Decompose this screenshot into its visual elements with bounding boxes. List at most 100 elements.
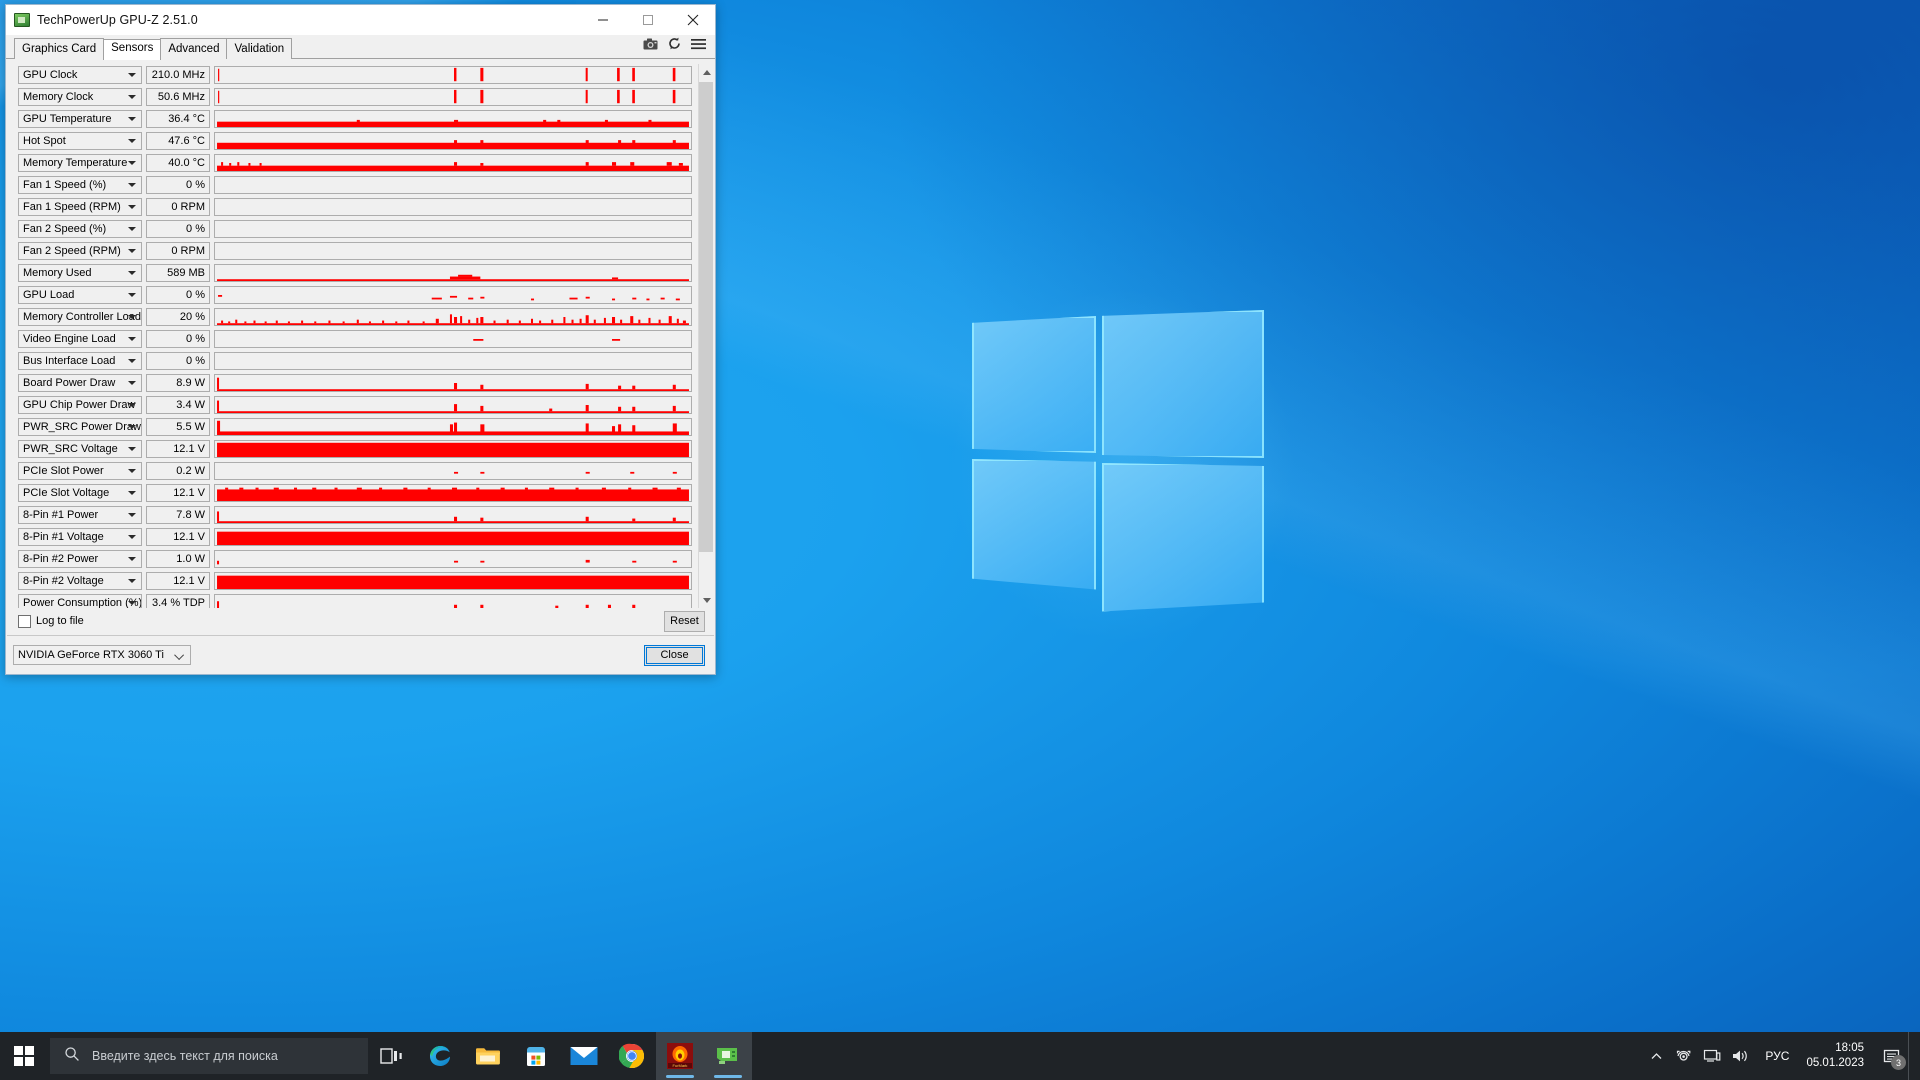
language-indicator[interactable]: РУС	[1754, 1032, 1800, 1080]
sensor-graph[interactable]	[214, 374, 692, 392]
hamburger-menu-icon[interactable]	[691, 37, 706, 55]
reset-button[interactable]: Reset	[664, 610, 705, 632]
sensor-graph[interactable]	[214, 198, 692, 216]
tab-validation[interactable]: Validation	[226, 38, 293, 59]
sensor-select[interactable]: 8-Pin #1 Power	[18, 506, 142, 524]
tab-sensors[interactable]: Sensors	[103, 39, 162, 60]
sensor-graph[interactable]	[214, 88, 692, 106]
table-row: Power Consumption (%) 3.4 % TDP	[18, 592, 698, 608]
sensor-select[interactable]: GPU Temperature	[18, 110, 142, 128]
sensor-select[interactable]: Memory Controller Load	[18, 308, 142, 326]
sensor-select[interactable]: GPU Chip Power Draw	[18, 396, 142, 414]
log-to-file-checkbox[interactable]	[18, 614, 31, 628]
sensor-graph[interactable]	[214, 440, 692, 458]
sensor-graph[interactable]	[214, 264, 692, 282]
file-explorer-icon[interactable]	[464, 1032, 512, 1080]
system-tray: РУС 18:05 05.01.2023 3	[1642, 1032, 1920, 1080]
sensor-select[interactable]: Hot Spot	[18, 132, 142, 150]
chevron-down-icon	[128, 73, 136, 77]
microsoft-store-icon[interactable]	[512, 1032, 560, 1080]
sensor-graph[interactable]	[214, 352, 692, 370]
wallpaper-shadow	[768, 0, 1920, 756]
sensor-select[interactable]: GPU Load	[18, 286, 142, 304]
sensor-select[interactable]: 8-Pin #2 Power	[18, 550, 142, 568]
sensor-select[interactable]: Memory Temperature	[18, 154, 142, 172]
clock[interactable]: 18:05 05.01.2023	[1800, 1032, 1876, 1080]
sensor-name: Memory Used	[23, 267, 92, 279]
sensor-graph[interactable]	[214, 462, 692, 480]
sensor-graph[interactable]	[214, 506, 692, 524]
sensor-graph[interactable]	[214, 330, 692, 348]
sensor-rows: GPU Clock 210.0 MHz Memory Clock 50.6 MH…	[6, 64, 698, 608]
sensor-graph[interactable]	[214, 594, 692, 608]
sensor-graph[interactable]	[214, 550, 692, 568]
sensor-graph[interactable]	[214, 176, 692, 194]
gpu-selector-value: NVIDIA GeForce RTX 3060 Ti	[18, 649, 164, 661]
sensor-value: 12.1 V	[146, 528, 210, 546]
sensor-select[interactable]: Fan 2 Speed (%)	[18, 220, 142, 238]
sensor-select[interactable]: Memory Used	[18, 264, 142, 282]
nvidia-tray-icon[interactable]	[1670, 1032, 1698, 1080]
sensor-select[interactable]: Fan 1 Speed (RPM)	[18, 198, 142, 216]
microsoft-edge-icon[interactable]	[416, 1032, 464, 1080]
sensor-graph[interactable]	[214, 242, 692, 260]
gpu-z-icon[interactable]	[704, 1032, 752, 1080]
sensor-select[interactable]: Fan 2 Speed (RPM)	[18, 242, 142, 260]
chevron-down-icon	[128, 139, 136, 143]
sensor-value: 0 %	[146, 220, 210, 238]
sensor-graph[interactable]	[214, 528, 692, 546]
close-icon[interactable]	[670, 5, 715, 35]
tab-graphics-card[interactable]: Graphics Card	[14, 38, 105, 59]
sensor-select[interactable]: Memory Clock	[18, 88, 142, 106]
maximize-icon[interactable]	[625, 5, 670, 35]
sensor-value: 589 MB	[146, 264, 210, 282]
tab-advanced[interactable]: Advanced	[160, 38, 228, 59]
windows-start-icon[interactable]	[0, 1032, 48, 1080]
minimize-icon[interactable]	[580, 5, 625, 35]
sensor-graph[interactable]	[214, 154, 692, 172]
sensor-select[interactable]: Bus Interface Load	[18, 352, 142, 370]
sensor-select[interactable]: 8-Pin #2 Voltage	[18, 572, 142, 590]
sensor-graph[interactable]	[214, 572, 692, 590]
sensor-select[interactable]: PWR_SRC Voltage	[18, 440, 142, 458]
sensor-graph[interactable]	[214, 220, 692, 238]
scroll-down-arrow-icon[interactable]	[699, 592, 714, 608]
search-icon	[64, 1046, 80, 1067]
google-chrome-icon[interactable]	[608, 1032, 656, 1080]
sensor-select[interactable]: PWR_SRC Power Draw	[18, 418, 142, 436]
sensor-graph[interactable]	[214, 418, 692, 436]
sensor-select[interactable]: Power Consumption (%)	[18, 594, 142, 608]
sensor-graph[interactable]	[214, 286, 692, 304]
sensor-graph[interactable]	[214, 66, 692, 84]
scrollbar-track[interactable]	[699, 80, 713, 592]
action-center-icon[interactable]: 3	[1876, 1032, 1908, 1080]
sensor-select[interactable]: Fan 1 Speed (%)	[18, 176, 142, 194]
vertical-scrollbar[interactable]	[698, 64, 714, 608]
volume-icon[interactable]	[1726, 1032, 1754, 1080]
sensor-graph[interactable]	[214, 396, 692, 414]
gpu-selector-dropdown[interactable]: NVIDIA GeForce RTX 3060 Ti	[13, 645, 191, 665]
sensor-select[interactable]: Board Power Draw	[18, 374, 142, 392]
sensor-graph[interactable]	[214, 308, 692, 326]
sensor-select[interactable]: 8-Pin #1 Voltage	[18, 528, 142, 546]
show-hidden-icons-chevron[interactable]	[1642, 1032, 1670, 1080]
sensor-graph[interactable]	[214, 484, 692, 502]
search-input[interactable]: Введите здесь текст для поиска	[50, 1038, 368, 1074]
window-title-bar[interactable]: TechPowerUp GPU-Z 2.51.0	[6, 5, 715, 35]
refresh-icon[interactable]	[668, 37, 681, 55]
mail-icon[interactable]	[560, 1032, 608, 1080]
task-view-icon[interactable]	[368, 1032, 416, 1080]
scroll-up-arrow-icon[interactable]	[699, 64, 714, 80]
scrollbar-thumb[interactable]	[699, 82, 713, 552]
sensor-select[interactable]: Video Engine Load	[18, 330, 142, 348]
sensor-select[interactable]: GPU Clock	[18, 66, 142, 84]
camera-icon[interactable]	[643, 37, 658, 55]
show-desktop-button[interactable]	[1908, 1032, 1916, 1080]
furmark-icon[interactable]: FurMark	[656, 1032, 704, 1080]
sensor-graph[interactable]	[214, 110, 692, 128]
sensor-graph[interactable]	[214, 132, 692, 150]
sensor-select[interactable]: PCIe Slot Power	[18, 462, 142, 480]
sensor-select[interactable]: PCIe Slot Voltage	[18, 484, 142, 502]
network-icon[interactable]	[1698, 1032, 1726, 1080]
close-button[interactable]: Close	[644, 644, 705, 666]
